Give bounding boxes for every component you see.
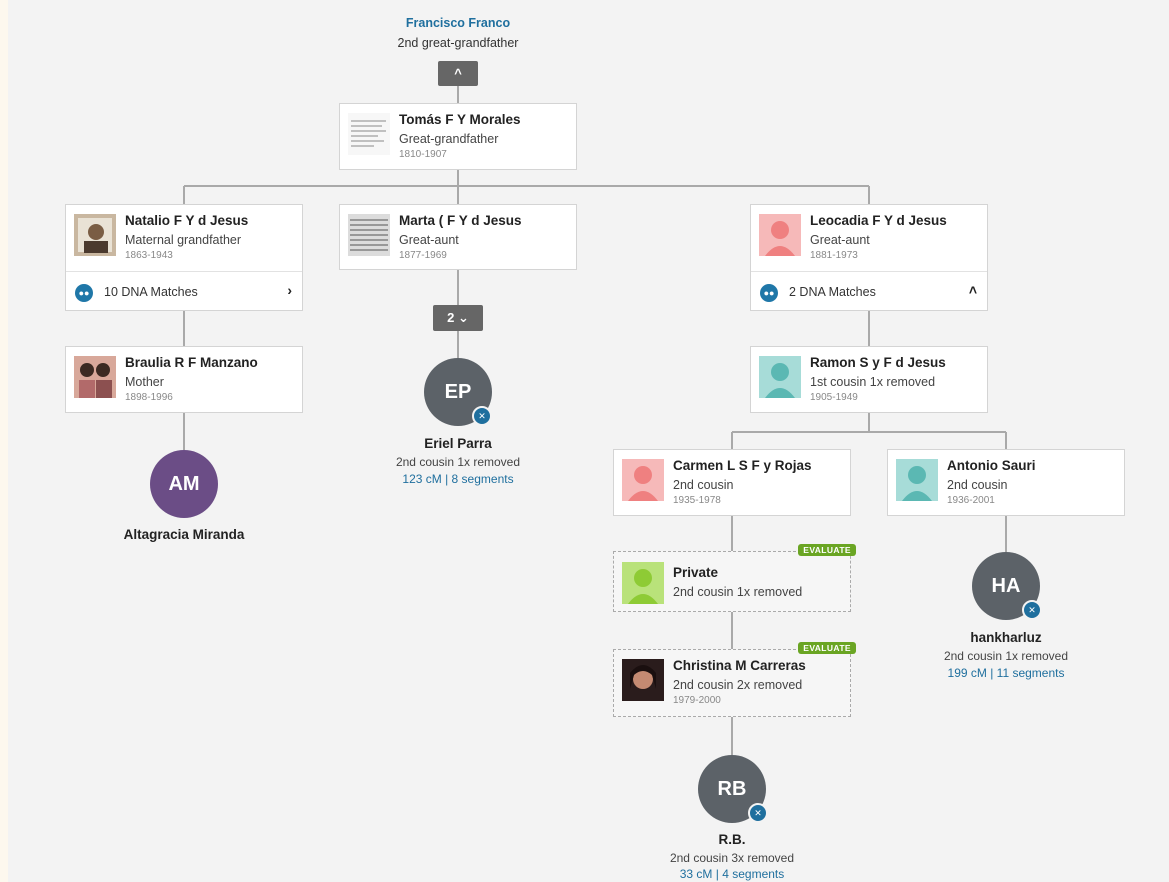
shared-dna-link[interactable]: 199 cM | 11 segments bbox=[948, 666, 1065, 680]
match-avatar-ha[interactable]: HA ✕ bbox=[972, 552, 1042, 620]
person-relation: 2nd cousin 1x removed bbox=[673, 585, 803, 599]
person-years: 1863-1943 bbox=[125, 250, 173, 261]
person-card-braulia[interactable]: Braulia R F Manzano Mother 1898-1996 bbox=[65, 346, 303, 413]
document-photo bbox=[348, 214, 390, 256]
shared-dna-link[interactable]: 123 cM | 8 segments bbox=[402, 472, 513, 486]
person-relation: 2nd cousin bbox=[947, 478, 1008, 492]
match-name[interactable]: hankharluz bbox=[970, 630, 1041, 645]
person-relation: Great-grandfather bbox=[399, 132, 499, 146]
person-card-private[interactable]: EVALUATE Private 2nd cousin 1x removed bbox=[613, 544, 856, 612]
person-years: 1935-1978 bbox=[673, 495, 721, 506]
dna-matches-icon: ●● bbox=[75, 284, 93, 302]
match-name[interactable]: Eriel Parra bbox=[424, 436, 492, 451]
match-relation: 2nd cousin 3x removed bbox=[669, 851, 795, 865]
person-name: Marta ( F Y d Jesus bbox=[399, 213, 522, 228]
person-card-marta[interactable]: Marta ( F Y d Jesus Great-aunt 1877-1969 bbox=[339, 204, 577, 270]
expand-children-button[interactable]: 2 ⌄ bbox=[433, 305, 483, 331]
dna-badge-icon: ✕ bbox=[748, 803, 768, 823]
person-years: 1877-1969 bbox=[399, 250, 447, 261]
person-relation: Great-aunt bbox=[399, 233, 459, 247]
match-name[interactable]: R.B. bbox=[719, 832, 746, 847]
person-years: 1905-1949 bbox=[810, 392, 858, 403]
person-name: Christina M Carreras bbox=[673, 658, 806, 673]
children-count: 2 bbox=[447, 310, 455, 325]
person-photo bbox=[622, 659, 664, 701]
dna-badge-icon: ✕ bbox=[1022, 600, 1042, 620]
avatar-initials: AM bbox=[168, 473, 200, 495]
avatar-initials: EP bbox=[444, 381, 472, 403]
evaluate-badge[interactable]: EVALUATE bbox=[798, 544, 856, 556]
tree-connectors bbox=[183, 86, 1007, 755]
person-name: Antonio Sauri bbox=[947, 458, 1036, 473]
chevron-up-icon: ^ bbox=[454, 66, 462, 81]
chevron-down-icon: ⌄ bbox=[457, 310, 469, 325]
private-silhouette-icon bbox=[622, 562, 664, 604]
person-relation: Maternal grandfather bbox=[125, 233, 242, 247]
match-avatar-ep[interactable]: EP ✕ bbox=[424, 358, 492, 426]
person-relation: Great-aunt bbox=[810, 233, 870, 247]
person-relation: Mother bbox=[125, 375, 164, 389]
dna-matches-row[interactable]: ●● 10 DNA Matches › bbox=[66, 271, 302, 314]
match-relation: 2nd cousin 1x removed bbox=[395, 455, 521, 469]
dna-matches-icon: ●● bbox=[760, 284, 778, 302]
match-name[interactable]: Altagracia Miranda bbox=[124, 527, 245, 542]
avatar-initials: HA bbox=[991, 575, 1021, 597]
person-years: 1810-1907 bbox=[399, 149, 447, 160]
person-years: 1881-1973 bbox=[810, 250, 858, 261]
female-silhouette-icon bbox=[759, 214, 801, 256]
male-silhouette-icon bbox=[759, 356, 801, 398]
match-avatar-rb[interactable]: RB ✕ bbox=[698, 755, 768, 823]
ancestor-name-link[interactable]: Francisco Franco bbox=[358, 16, 558, 30]
person-photo bbox=[74, 356, 116, 398]
evaluate-badge[interactable]: EVALUATE bbox=[798, 642, 856, 654]
person-years: 1979-2000 bbox=[673, 695, 721, 706]
person-name: Leocadia F Y d Jesus bbox=[810, 213, 947, 228]
avatar-initials: RB bbox=[717, 778, 747, 800]
person-name: Private bbox=[673, 565, 719, 580]
person-card-natalio[interactable]: Natalio F Y d Jesus Maternal grandfather… bbox=[65, 204, 303, 311]
person-relation: 2nd cousin 2x removed bbox=[673, 678, 803, 692]
expand-up-button[interactable]: ^ bbox=[438, 61, 478, 86]
dna-matches-label: 2 DNA Matches bbox=[789, 285, 876, 299]
match-avatar-am[interactable]: AM bbox=[150, 450, 218, 518]
person-name: Ramon S y F d Jesus bbox=[810, 355, 946, 370]
person-name: Braulia R F Manzano bbox=[125, 355, 258, 370]
person-card-tomas[interactable]: Tomás F Y Morales Great-grandfather 1810… bbox=[339, 103, 577, 170]
shared-dna-link[interactable]: 33 cM | 4 segments bbox=[680, 867, 785, 881]
person-relation: 1st cousin 1x removed bbox=[810, 375, 936, 389]
document-photo bbox=[348, 113, 390, 155]
person-card-christina[interactable]: EVALUATE Christina M Carreras 2nd cousin… bbox=[613, 642, 856, 717]
dna-badge-icon: ✕ bbox=[472, 406, 492, 426]
person-card-carmen[interactable]: Carmen L S F y Rojas 2nd cousin 1935-197… bbox=[613, 449, 851, 516]
ancestor-relation: 2nd great-grandfather bbox=[397, 36, 519, 50]
person-card-leocadia[interactable]: Leocadia F Y d Jesus Great-aunt 1881-197… bbox=[750, 204, 988, 311]
person-name: Carmen L S F y Rojas bbox=[673, 458, 812, 473]
person-name: Natalio F Y d Jesus bbox=[125, 213, 249, 228]
person-relation: 2nd cousin bbox=[673, 478, 734, 492]
person-photo bbox=[74, 214, 116, 256]
male-silhouette-icon bbox=[896, 459, 938, 501]
chevron-up-icon: ˄ bbox=[968, 282, 977, 298]
female-silhouette-icon bbox=[622, 459, 664, 501]
person-years: 1936-2001 bbox=[947, 495, 995, 506]
person-name: Tomás F Y Morales bbox=[399, 112, 521, 127]
person-years: 1898-1996 bbox=[125, 392, 173, 403]
match-relation: 2nd cousin 1x removed bbox=[943, 649, 1069, 663]
dna-matches-label: 10 DNA Matches bbox=[104, 285, 198, 299]
person-card-ramon[interactable]: Ramon S y F d Jesus 1st cousin 1x remove… bbox=[750, 346, 988, 413]
dna-matches-row[interactable]: ●● 2 DNA Matches ˄ bbox=[751, 271, 987, 314]
chevron-right-icon: › bbox=[287, 282, 292, 298]
person-card-antonio[interactable]: Antonio Sauri 2nd cousin 1936-2001 bbox=[887, 449, 1125, 516]
